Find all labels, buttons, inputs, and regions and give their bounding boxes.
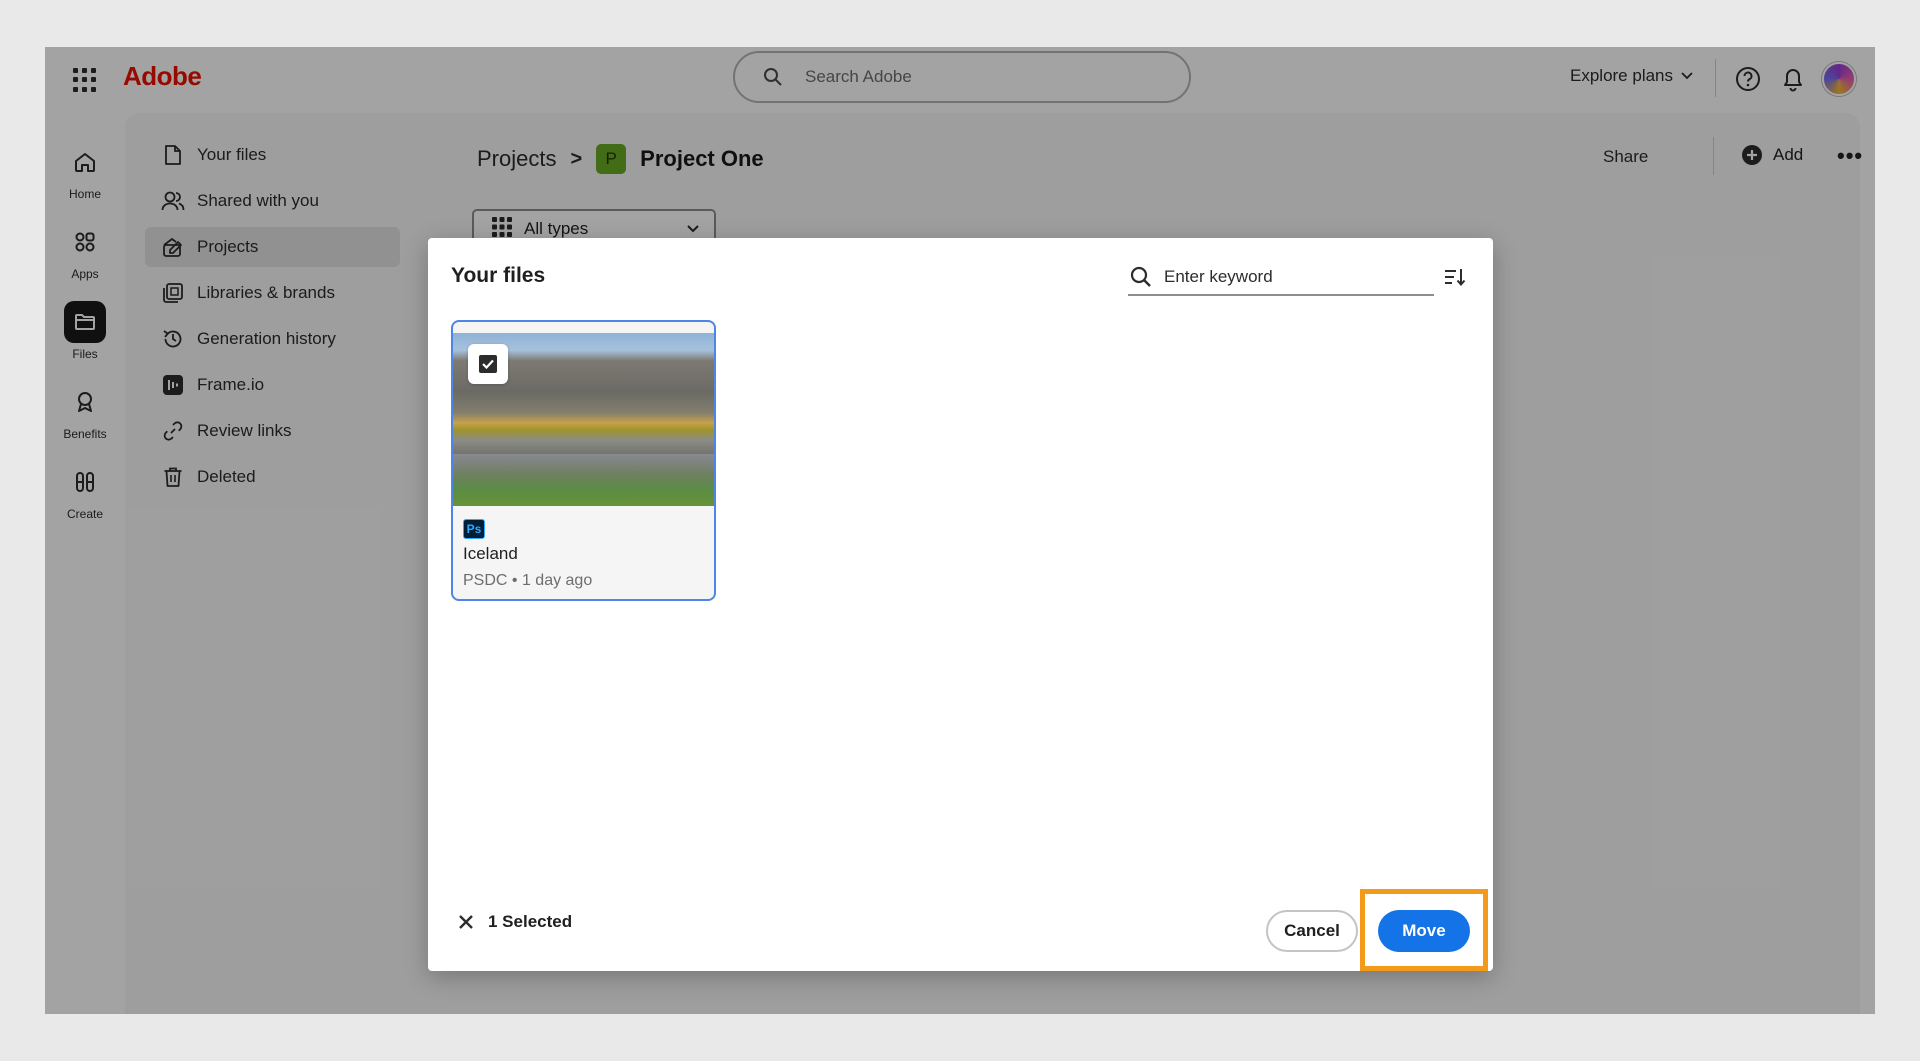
file-checkbox[interactable] [468, 344, 508, 384]
photoshop-icon: Ps [463, 519, 485, 539]
cancel-button[interactable]: Cancel [1266, 910, 1358, 952]
file-name: Iceland [463, 544, 518, 563]
move-dialog: Your files Enter keyword Ps Iceland PSDC… [428, 238, 1493, 971]
keyword-search-input[interactable]: Enter keyword [1128, 260, 1434, 296]
dialog-title: Your files [451, 264, 546, 287]
sort-icon[interactable] [1444, 267, 1466, 292]
file-meta: PSDC • 1 day ago [463, 572, 593, 589]
checkmark-icon [479, 355, 497, 373]
search-icon [1130, 266, 1151, 287]
close-icon [459, 915, 473, 929]
keyword-placeholder: Enter keyword [1164, 267, 1273, 286]
clear-selection-button[interactable]: 1 Selected [458, 912, 572, 932]
file-card-iceland[interactable]: Ps Iceland PSDC • 1 day ago [451, 320, 716, 601]
selected-count: 1 Selected [488, 912, 573, 931]
move-button-highlight [1360, 889, 1488, 971]
